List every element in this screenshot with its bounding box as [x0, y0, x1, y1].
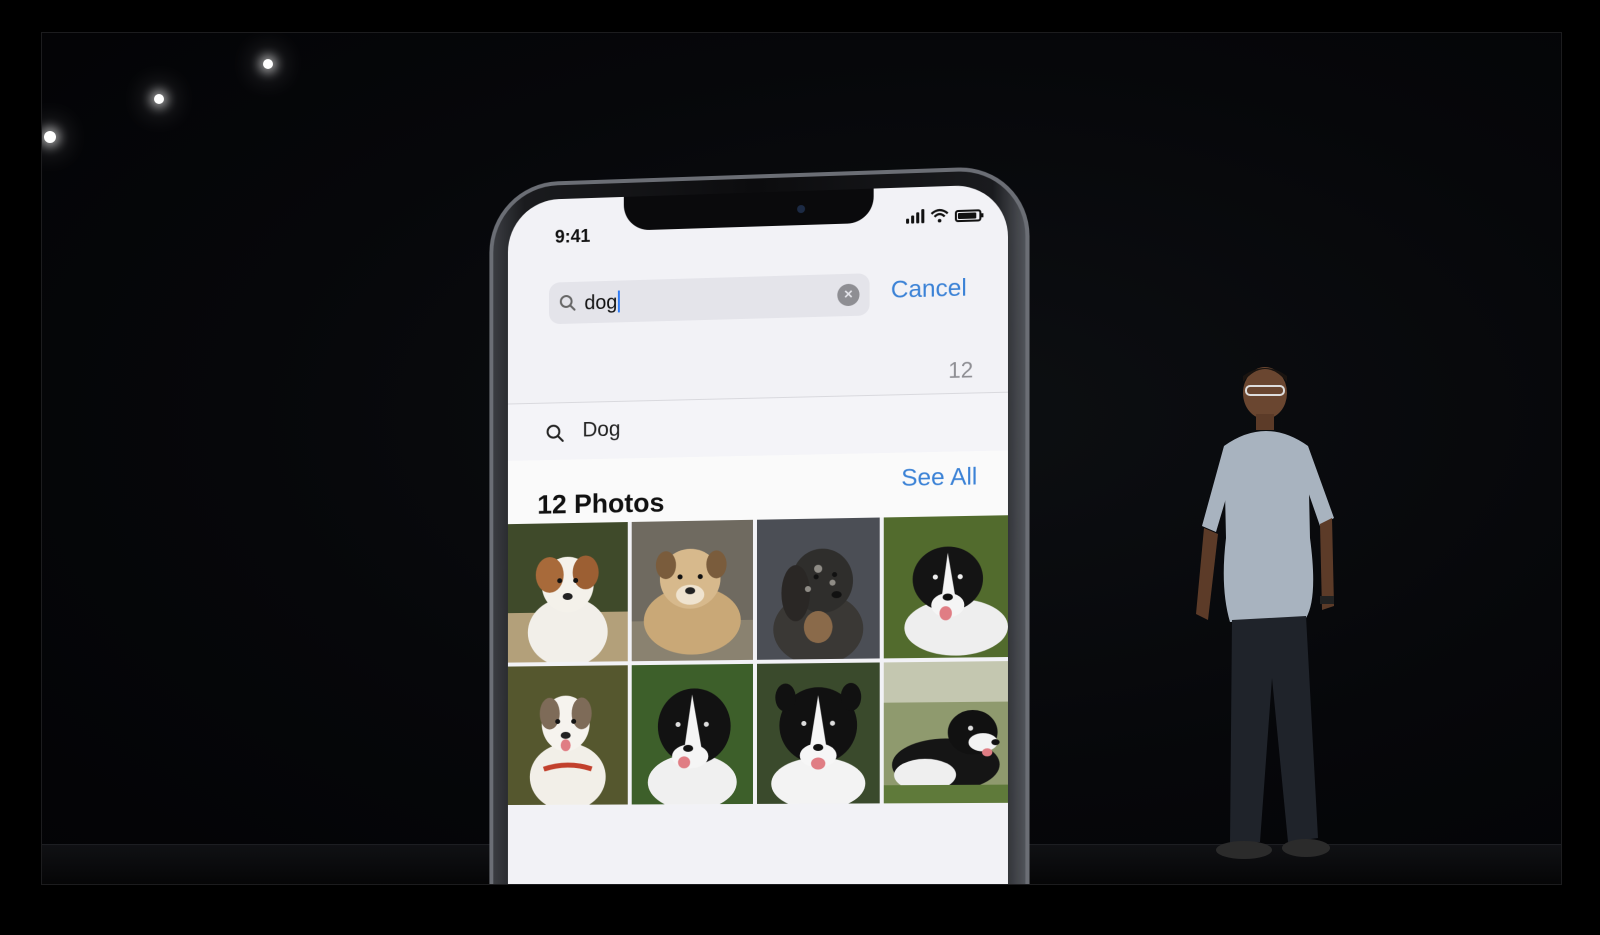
home-area [507, 806, 1008, 884]
search-input[interactable]: dog × [549, 273, 870, 325]
dog-photo-6[interactable] [631, 663, 753, 805]
photo-grid [507, 515, 1008, 806]
result-count: 12 [948, 357, 974, 383]
battery-icon [954, 209, 982, 223]
phone-notch [623, 188, 874, 231]
stage-light [44, 131, 56, 143]
dog-photo-4[interactable] [883, 515, 1008, 659]
dog-photo-2[interactable] [631, 519, 753, 662]
search-icon [559, 294, 577, 312]
phone-screen: 9:41 dog × Cancel 12 Dog 12 Photos See A… [507, 184, 1008, 884]
wifi-icon [930, 208, 948, 223]
camera-icon [797, 204, 806, 214]
dog-photo-1[interactable] [507, 522, 628, 663]
dog-photo-5[interactable] [507, 665, 628, 806]
presenter [1196, 367, 1334, 859]
status-icons [906, 207, 982, 224]
dog-photo-8[interactable] [883, 661, 1008, 804]
stage-light [263, 59, 273, 69]
search-icon [545, 423, 565, 443]
dog-photo-3[interactable] [756, 517, 880, 660]
photos-section-header: 12 Photos See All [507, 450, 1008, 525]
stage-window: 9:41 dog × Cancel 12 Dog 12 Photos See A… [41, 32, 1562, 885]
search-query: dog [584, 290, 621, 315]
see-all-link[interactable]: See All [901, 463, 977, 493]
status-time: 9:41 [554, 225, 591, 247]
text-caret [618, 290, 621, 313]
stage-light [154, 94, 164, 104]
signal-icon [906, 209, 925, 224]
cancel-button[interactable]: Cancel [891, 274, 967, 304]
dog-photo-7[interactable] [756, 662, 880, 804]
clear-icon[interactable]: × [837, 283, 860, 307]
suggestion-label: Dog [582, 417, 621, 442]
section-title: 12 Photos [537, 487, 665, 520]
phone-display: 9:41 dog × Cancel 12 Dog 12 Photos See A… [455, 124, 1034, 884]
